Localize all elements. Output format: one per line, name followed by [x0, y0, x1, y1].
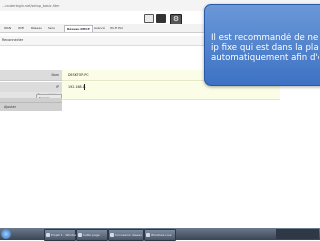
live-icon: [146, 233, 150, 237]
tooltip-line-3: automatiquement afin d'éviter: [211, 53, 319, 63]
monitor-icon[interactable]: [156, 14, 166, 23]
tab-wan[interactable]: WAN: [2, 25, 13, 31]
tooltip-card: Il est recommandé de ne pas ip fixe qui …: [204, 4, 320, 86]
tooltip-line-2: ip fixe qui est dans la plage: [211, 43, 319, 53]
network-icon: [110, 233, 114, 237]
tab-bar: WAN WiFi Réseau Sécu Réseau DHCP Avancé …: [0, 24, 205, 33]
ip-label: IP: [56, 85, 59, 89]
tab-reseau[interactable]: Réseau: [29, 25, 44, 31]
system-tray[interactable]: [276, 229, 319, 239]
taskbar-item-project[interactable]: Projet 1 - Windows: [44, 229, 79, 241]
tab-securite[interactable]: Sécu: [46, 25, 57, 31]
mac-field[interactable]: [62, 92, 280, 100]
taskbar-item-network[interactable]: Connexion réseau: [108, 229, 144, 241]
taskbar: Projet 1 - Windows Cette page Connexion …: [0, 228, 320, 241]
name-value: DESKTOP-PC: [68, 73, 89, 77]
taskbar-item-live[interactable]: Windows Live: [144, 229, 176, 241]
taskbar-item-page[interactable]: Cette page: [76, 229, 108, 241]
text-caret: [84, 84, 85, 90]
tab-wifi[interactable]: WiFi: [16, 25, 26, 31]
tooltip-text: Il est recommandé de ne pas ip fixe qui …: [211, 33, 319, 73]
mail-icon[interactable]: [144, 14, 154, 23]
tab-wifi-est[interactable]: Wi-Fi Est: [108, 25, 125, 31]
tab-avance[interactable]: Avancé: [92, 25, 107, 31]
name-label: Nom: [51, 73, 59, 77]
add-button[interactable]: Ajouter: [0, 102, 62, 111]
url-text: ...routerlogin.net/setup_basic.htm: [2, 4, 60, 8]
tab-reseau-dhcp[interactable]: Réseau DHCP: [64, 25, 93, 32]
tooltip-line-1: Il est recommandé de ne pas: [211, 33, 319, 43]
browser-icon: [78, 233, 82, 237]
reconnect-link[interactable]: Reconnecter: [2, 38, 23, 42]
window-icon: [46, 233, 50, 237]
name-label-cell: Nom: [0, 70, 62, 81]
start-button[interactable]: [1, 229, 11, 239]
